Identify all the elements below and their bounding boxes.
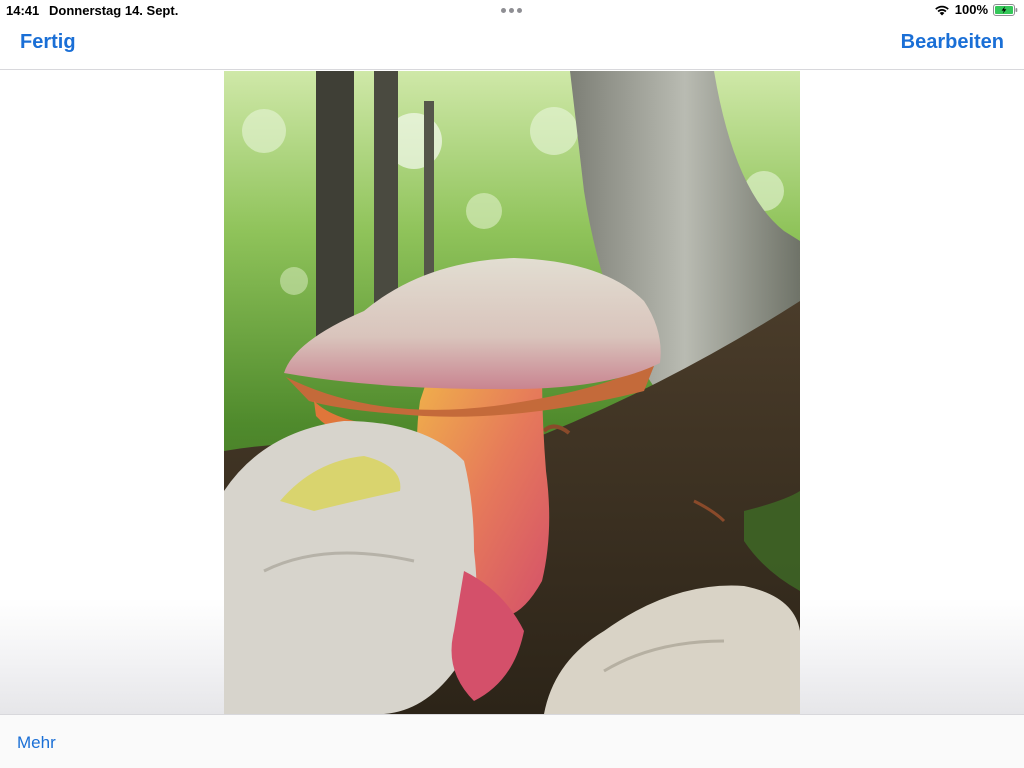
battery-charging-icon [993, 3, 1018, 16]
status-date: Donnerstag 14. Sept. [49, 3, 179, 18]
status-right-group: 100% [934, 2, 1018, 17]
multitasking-dots-icon[interactable] [501, 8, 522, 13]
status-time: 14:41 [6, 3, 40, 18]
bottom-toolbar: Mehr [0, 714, 1024, 768]
navigation-bar: Fertig Bearbeiten [0, 20, 1024, 70]
wifi-icon [934, 5, 949, 15]
edit-button[interactable]: Bearbeiten [901, 31, 1004, 54]
battery-percent: 100% [954, 2, 988, 17]
more-button[interactable]: Mehr [17, 733, 56, 753]
done-button[interactable]: Fertig [20, 31, 76, 54]
status-bar: 14:41 Donnerstag 14. Sept. 100% [0, 0, 1024, 20]
mushroom-photo[interactable] [224, 71, 800, 714]
